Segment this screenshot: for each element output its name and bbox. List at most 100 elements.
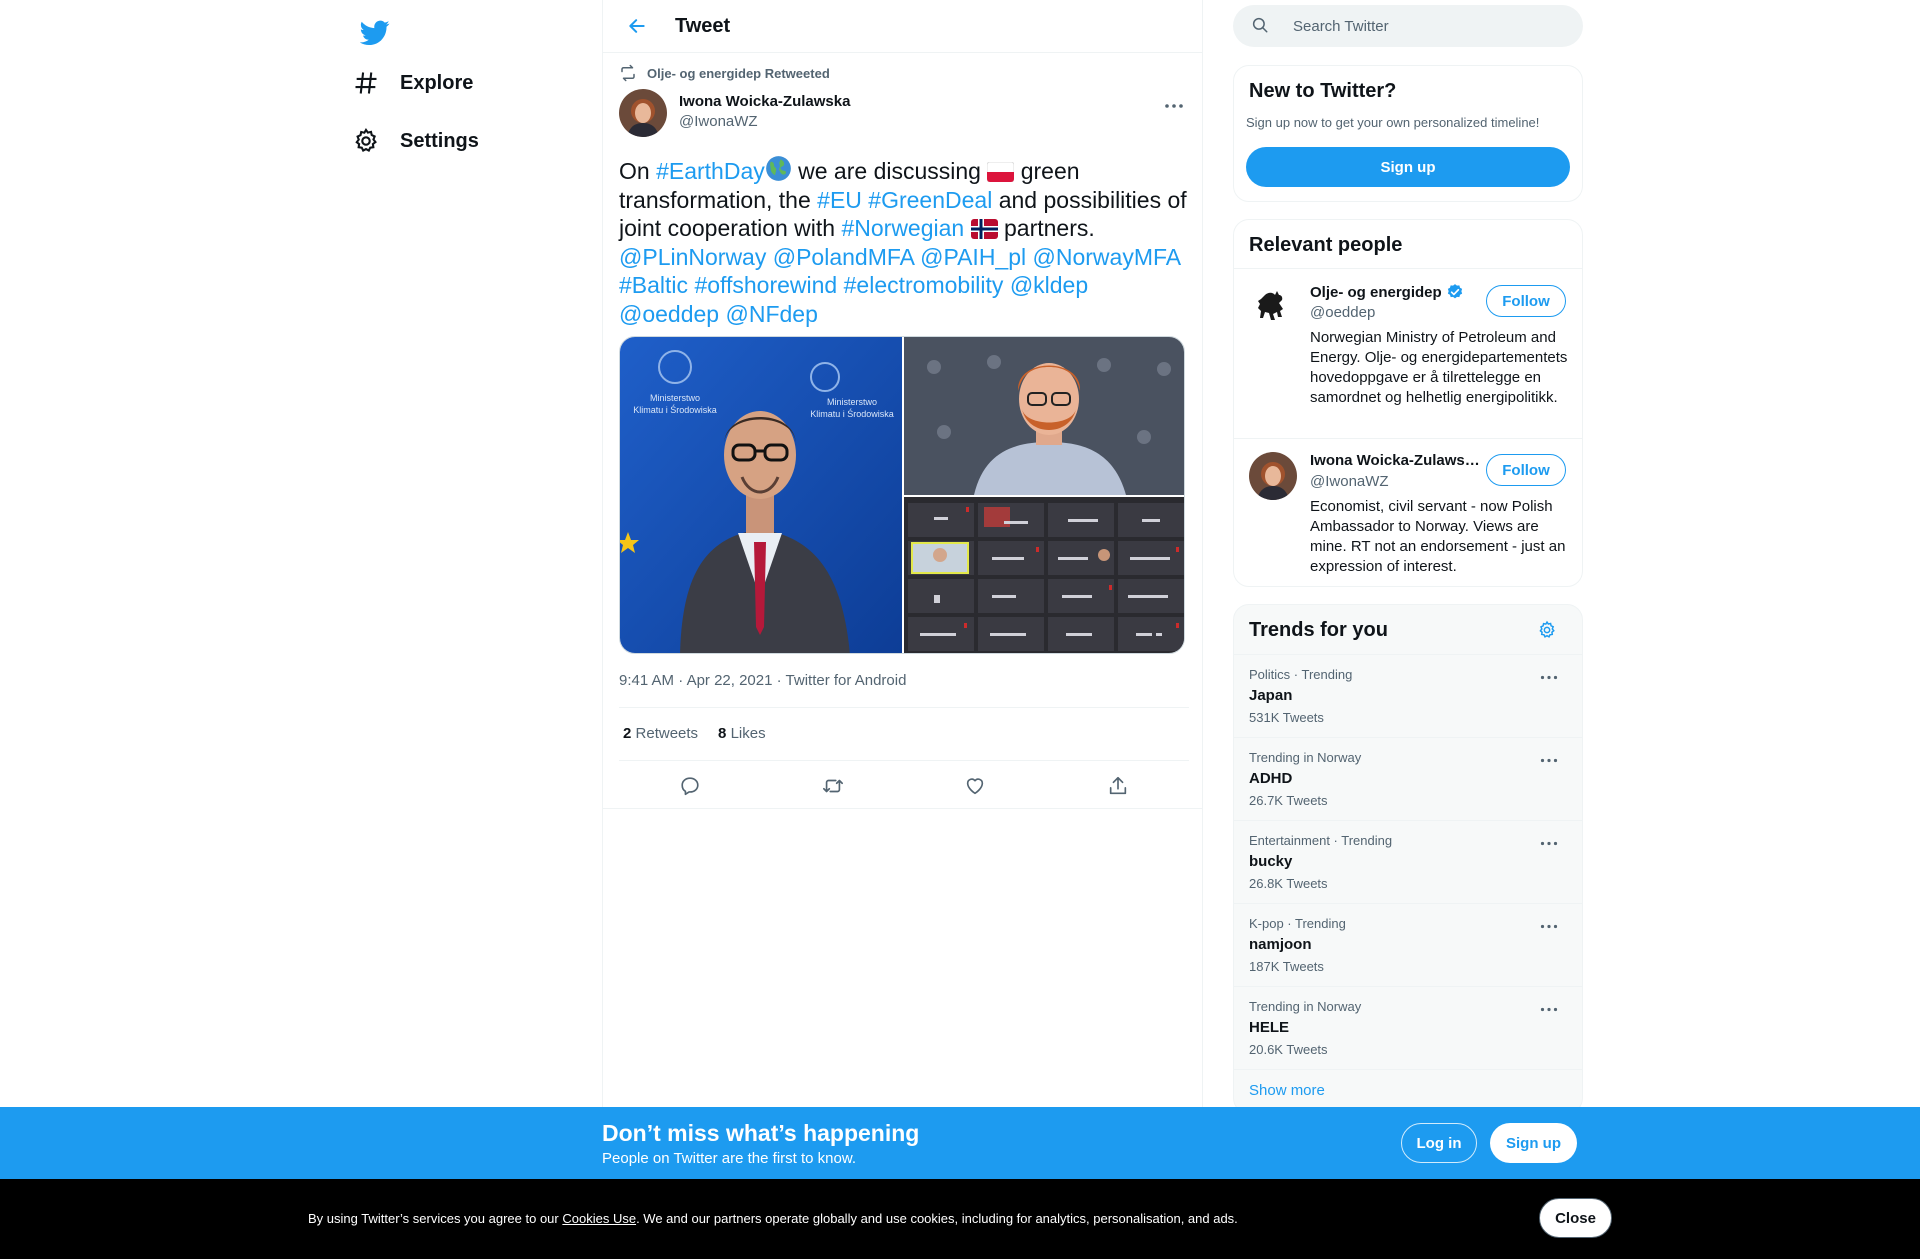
tweet-header: Tweet <box>603 0 1202 53</box>
hashtag-link[interactable]: #offshorewind <box>694 272 837 298</box>
trend-more-button[interactable] <box>1534 831 1564 855</box>
follow-button[interactable]: Follow <box>1486 454 1566 486</box>
retweets-stat[interactable]: 2 Retweets <box>623 725 698 742</box>
banner-title: Don’t miss what’s happening <box>602 1120 920 1146</box>
hashtag-link[interactable]: #Baltic <box>619 272 688 298</box>
back-button[interactable] <box>619 8 655 44</box>
like-button[interactable] <box>957 768 993 804</box>
author-avatar[interactable] <box>619 89 667 137</box>
trends-settings-button[interactable] <box>1534 617 1560 643</box>
retweet-icon <box>619 64 637 82</box>
mention-link[interactable]: @oeddep <box>619 301 719 327</box>
retweet-button[interactable] <box>815 768 851 804</box>
show-more-link[interactable]: Show more <box>1249 1082 1325 1099</box>
login-button[interactable]: Log in <box>1401 1123 1477 1163</box>
gear-icon <box>352 127 380 155</box>
more-dots-icon <box>1540 758 1558 762</box>
tweet-source: Twitter for Android <box>785 672 907 689</box>
poland-flag-icon <box>987 162 1015 182</box>
mention-link[interactable]: @PolandMFA <box>773 244 914 270</box>
trend-item[interactable]: Entertainment · Trending bucky 26.8K Twe… <box>1234 820 1582 902</box>
more-dots-icon <box>1165 104 1183 108</box>
mention-link[interactable]: @NFdep <box>726 301 818 327</box>
nav-explore-label: Explore <box>400 71 474 94</box>
backdrop-sign-2b: Klimatu i Środowiska <box>810 408 894 419</box>
author-name[interactable]: Iwona Woicka-Zulawska <box>679 93 850 110</box>
norway-flag-icon <box>970 219 998 239</box>
person-handle: @oeddep <box>1310 304 1376 321</box>
hashtag-link[interactable]: #EU <box>817 187 862 213</box>
more-dots-icon <box>1540 1007 1558 1011</box>
divider <box>619 760 1189 761</box>
cookies-use-link[interactable]: Cookies Use <box>562 1211 636 1226</box>
tweet-photo-2[interactable] <box>904 337 1184 495</box>
twitter-logo-icon[interactable] <box>350 8 400 58</box>
norway-coat-of-arms-icon <box>1249 283 1297 331</box>
cookie-close-button[interactable]: Close <box>1539 1198 1612 1238</box>
divider <box>1234 438 1582 439</box>
trends-title: Trends for you <box>1249 619 1388 641</box>
tweet-photo-1[interactable]: Ministerstwo Klimatu i Środowiska Minist… <box>620 337 902 653</box>
divider <box>603 808 1202 809</box>
mention-link[interactable]: @kldep <box>1010 272 1088 298</box>
retweeted-by-line[interactable]: Olje- og energidep Retweeted <box>619 64 830 82</box>
share-button[interactable] <box>1100 768 1136 804</box>
search-bar[interactable] <box>1233 5 1583 47</box>
divider <box>1234 268 1582 269</box>
trend-more-button[interactable] <box>1534 914 1564 938</box>
trend-more-button[interactable] <box>1534 748 1564 772</box>
relevant-people-card: Relevant people Olje- og energidep @oedd… <box>1233 219 1583 587</box>
trend-item[interactable]: K-pop · Trending namjoon 187K Tweets <box>1234 903 1582 985</box>
heart-icon <box>967 778 984 795</box>
search-icon <box>1251 16 1271 36</box>
tweet-text: On #EarthDay we are discussing green tra… <box>619 155 1191 328</box>
nav-settings[interactable]: Settings <box>340 115 491 167</box>
trend-item[interactable]: Trending in Norway HELE 20.6K Tweets <box>1234 986 1582 1068</box>
tweet-time[interactable]: 9:41 AM <box>619 672 674 689</box>
share-icon <box>1109 776 1126 795</box>
person-name: Iwona Woicka-Zulawska <box>1310 452 1480 469</box>
hashtag-link[interactable]: #GreenDeal <box>868 187 992 213</box>
more-options-button[interactable] <box>1159 91 1189 121</box>
cookie-bar: By using Twitter’s services you agree to… <box>0 1179 1920 1259</box>
tweet-date[interactable]: Apr 22, 2021 <box>687 672 773 689</box>
person-bio: Economist, civil servant - now Polish Am… <box>1310 498 1566 575</box>
banner-signup-button[interactable]: Sign up <box>1490 1123 1577 1163</box>
tweet-photo-3[interactable] <box>904 497 1184 653</box>
follow-button[interactable]: Follow <box>1486 285 1566 317</box>
globe-icon <box>765 155 792 182</box>
reply-button[interactable] <box>672 768 708 804</box>
search-input[interactable] <box>1293 17 1553 35</box>
person-bio: Norwegian Ministry of Petroleum and Ener… <box>1310 329 1568 406</box>
nav-settings-label: Settings <box>400 129 479 152</box>
backdrop-sign-1b: Klimatu i Środowiska <box>633 404 717 415</box>
person-avatar[interactable] <box>1249 452 1297 500</box>
trend-item[interactable]: Trending in Norway ADHD 26.7K Tweets <box>1234 737 1582 819</box>
likes-stat[interactable]: 8 Likes <box>718 725 766 742</box>
tweet-media: Ministerstwo Klimatu i Środowiska Minist… <box>619 336 1185 654</box>
trend-item[interactable]: Politics · Trending Japan 531K Tweets <box>1234 654 1582 736</box>
hashtag-link[interactable]: #EarthDay <box>656 158 765 184</box>
relevant-people-title: Relevant people <box>1249 234 1403 256</box>
arrow-left-icon <box>629 19 645 33</box>
trend-more-button[interactable] <box>1534 997 1564 1021</box>
more-dots-icon <box>1540 924 1558 928</box>
person-avatar[interactable] <box>1249 283 1297 331</box>
tweet-actions <box>619 764 1189 808</box>
author-handle[interactable]: @IwonaWZ <box>679 113 850 130</box>
tweet-author: Iwona Woicka-Zulawska @IwonaWZ <box>619 89 1189 137</box>
tweet-meta: 9:41 AM · Apr 22, 2021 · Twitter for And… <box>619 672 907 689</box>
person-handle: @IwonaWZ <box>1310 473 1389 490</box>
trend-more-button[interactable] <box>1534 665 1564 689</box>
hashtag-link[interactable]: #electromobility <box>844 272 1004 298</box>
retweet-icon <box>822 779 843 793</box>
more-dots-icon <box>1540 675 1558 679</box>
mention-link[interactable]: @PLinNorway <box>619 244 766 270</box>
new-to-twitter-subtitle: Sign up now to get your own personalized… <box>1246 115 1540 130</box>
mention-link[interactable]: @PAIH_pl <box>920 244 1026 270</box>
mention-link[interactable]: @NorwayMFA <box>1033 244 1180 270</box>
more-dots-icon <box>1540 841 1558 845</box>
hashtag-link[interactable]: #Norwegian <box>841 215 964 241</box>
nav-explore[interactable]: Explore <box>340 57 485 109</box>
sidebar-signup-button[interactable]: Sign up <box>1246 147 1570 187</box>
